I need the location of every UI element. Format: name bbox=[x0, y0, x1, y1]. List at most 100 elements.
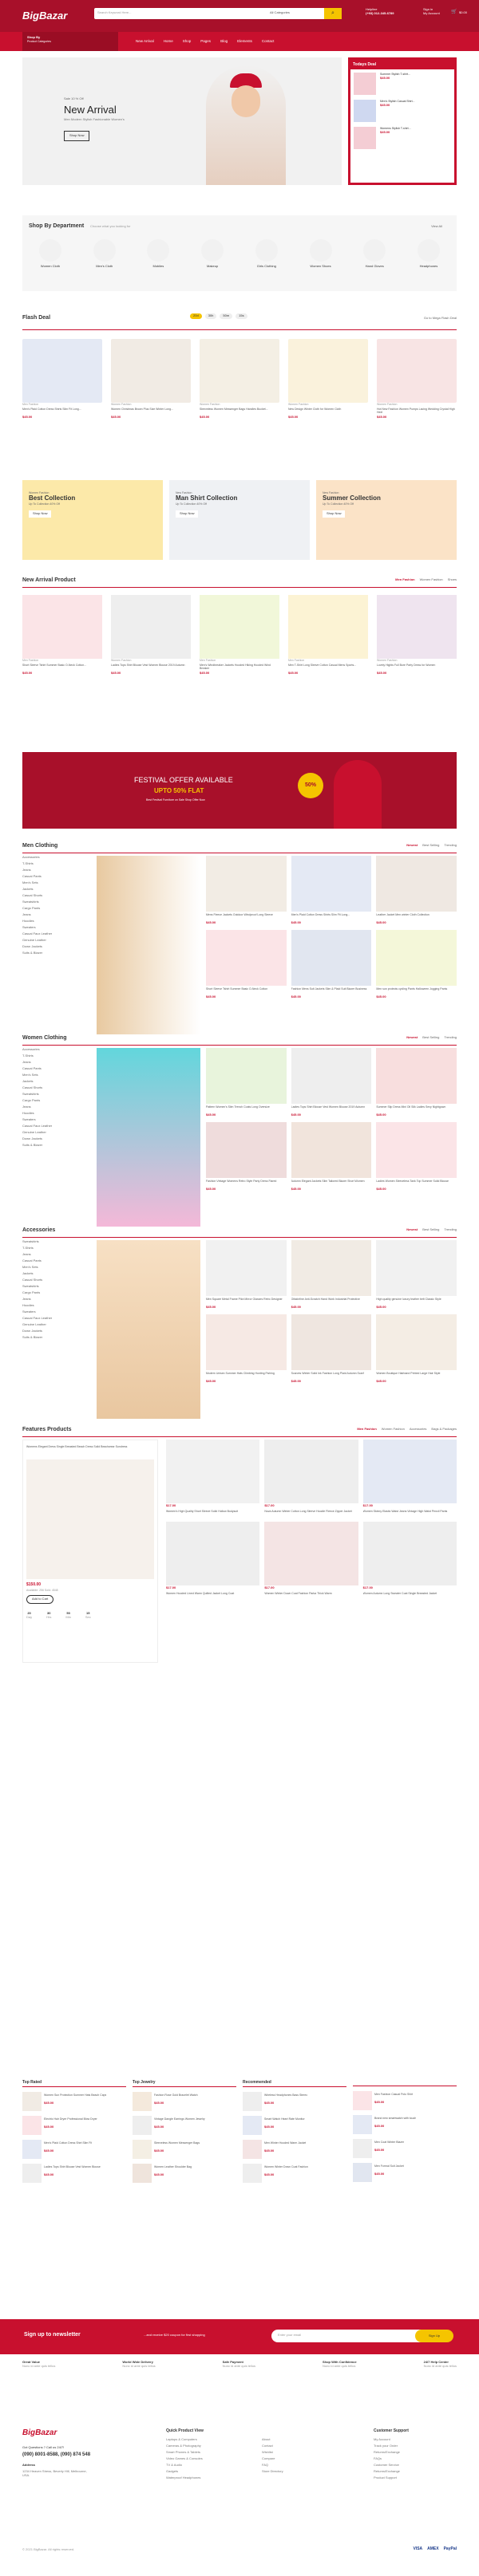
list-item[interactable]: Fashion Rose Gold Bracelet Watch $45.00 bbox=[133, 2092, 236, 2111]
flash-deal-section: Flash Deal 20d 30h 50m 15s Go to Mega Fl… bbox=[22, 313, 457, 453]
list-item[interactable]: Vintage Dangle Earrings Women Jewelry $45… bbox=[133, 2116, 236, 2135]
footer-col2: Laptops & Computers Cameras & Photography… bbox=[166, 2437, 203, 2479]
search-input[interactable]: Search Keyword Here... bbox=[97, 10, 131, 15]
list-item[interactable]: Smart Watch Heart Rate Monitor $45.00 bbox=[243, 2116, 346, 2135]
product-card[interactable]: $17.00 Women's High Quality Short Sleeve … bbox=[166, 1440, 260, 1517]
product-card[interactable]: Men Fashion Men's Windbreaker Jackets Hoo… bbox=[200, 595, 279, 676]
visa-icon: VISA bbox=[413, 2546, 423, 2551]
list-item[interactable]: Women Sun Protection Summer Hats Beach C… bbox=[22, 2092, 126, 2111]
flash-view-all[interactable]: Go to Mega Flash Deal bbox=[424, 316, 457, 321]
product-card[interactable]: Women Fashion Lovely Hights Full Bore Par… bbox=[377, 595, 457, 676]
list-item[interactable]: Brand new smartwatch with touch $45.00 bbox=[353, 2115, 457, 2134]
promo-banner[interactable]: New Fashion Man Shirt Collection Up To Col… bbox=[169, 480, 310, 560]
newsletter-input[interactable]: Enter your email bbox=[271, 2330, 431, 2342]
product-card[interactable]: $17.00 Women Skinny Elastic Waist Jeans V… bbox=[362, 1440, 457, 1517]
nav-item-new-arrival[interactable]: New Arrival bbox=[136, 39, 154, 43]
product-card[interactable]: Summer Slip Dress Mini Oil Silk Ladies S… bbox=[376, 1048, 457, 1117]
product-card[interactable]: $17.00 Nova Autumn Winter Cotton Long Sle… bbox=[264, 1440, 358, 1517]
product-card[interactable]: Women Fashion Ladies Tops Shirt Blouse Ve… bbox=[111, 595, 191, 676]
search-icon[interactable]: ⌕ bbox=[324, 8, 342, 19]
list-item[interactable]: Men Winter Hooded Warm Jacket $45.00 bbox=[243, 2140, 346, 2159]
product-card[interactable]: Modern Unisex Summer Hats Climbing Hunti… bbox=[206, 1314, 287, 1384]
flash-products: Men Fashion Men's Plaid Cotton Dress Shir… bbox=[22, 339, 457, 419]
list-item[interactable]: Men Fashion Casual Polo Shirt $45.00 bbox=[353, 2091, 457, 2110]
festival-offer-banner[interactable]: FESTIVAL OFFER AVAILABLE UPTO 50% FLAT B… bbox=[22, 752, 457, 829]
site-logo[interactable]: BigBazar bbox=[22, 10, 67, 22]
product-card[interactable]: Men Fashion Men T-Shirt Long Sleeve Cotto… bbox=[288, 595, 368, 676]
product-card[interactable]: Men Square Metal Frame Pilot Mirror Glas… bbox=[206, 1240, 287, 1310]
list-item[interactable]: Ladies Tops Shirt Blouse Vest Women Blou… bbox=[22, 2164, 126, 2183]
product-card[interactable]: Fashion Vintage Womens Retro Style Party… bbox=[206, 1121, 287, 1191]
nav-item-pages[interactable]: Pages bbox=[200, 39, 211, 43]
department-item[interactable]: Headphones bbox=[409, 239, 449, 269]
category-select[interactable]: All Categories bbox=[270, 10, 290, 15]
list-item[interactable]: Women Leather Shoulder Bag $45.00 bbox=[133, 2164, 236, 2183]
list-item[interactable]: Sleeveless Women Messenger Bags $45.00 bbox=[133, 2140, 236, 2159]
featured-main-product[interactable]: Womens Elegant Dress Single Breasted Bea… bbox=[22, 1440, 158, 1663]
product-card[interactable]: $17.00 Women Winter Down Coat Fashion Par… bbox=[264, 1521, 358, 1599]
promo-banner[interactable]: New Fashion Summer Collection Up To Collec… bbox=[316, 480, 457, 560]
deal-item[interactable]: Men's Stylish Casual Shirt... $45.00 bbox=[354, 100, 451, 122]
list-item[interactable]: Men Coat Winter Blazer $45.00 bbox=[353, 2139, 457, 2158]
nav-item-contact[interactable]: Contact bbox=[262, 39, 275, 43]
cart-icon[interactable]: 🛒 bbox=[451, 10, 457, 15]
list-item[interactable]: Electric Hair Dryer Professional Blow Dr… bbox=[22, 2116, 126, 2135]
department-item[interactable]: Mobiles bbox=[138, 239, 178, 269]
product-card[interactable]: $17.00 Women Autumn Long Sweater Coat Sin… bbox=[362, 1521, 457, 1599]
product-card[interactable]: Men sun protects cycling Pants Halloween… bbox=[376, 929, 457, 999]
add-to-cart-button[interactable]: Add to Cart bbox=[26, 1595, 54, 1604]
department-item[interactable]: Hand Gloves bbox=[354, 239, 394, 269]
men-feature-image bbox=[97, 856, 200, 1034]
deal-item[interactable]: Summer Stylish T-shirt... $45.00 bbox=[354, 73, 451, 95]
department-item[interactable]: Girls Clothing bbox=[247, 239, 287, 269]
deal-item[interactable]: Womens Stylish T-shirt... $45.00 bbox=[354, 127, 451, 149]
product-card[interactable]: Autumn Elegant Jackets Slim Tailored Bla… bbox=[291, 1121, 372, 1191]
list-item[interactable]: Women Winter Down Coat Fashion $45.00 bbox=[243, 2164, 346, 2183]
department-item[interactable]: Women Shoes bbox=[301, 239, 341, 269]
shop-by-menu[interactable]: Shop By Product Categories bbox=[22, 32, 118, 51]
nav-item-shop[interactable]: Shop bbox=[183, 39, 192, 43]
product-card[interactable]: Men Fashion Men's Plaid Cotton Dress Shir… bbox=[22, 339, 102, 419]
product-card[interactable]: Oilskinfine Anti-Scratch Hand Work Indus… bbox=[291, 1240, 372, 1310]
account-link[interactable]: Sign in My Account bbox=[423, 7, 440, 16]
product-card[interactable]: Ladies Women Sleeveless Tank Top Summer … bbox=[376, 1121, 457, 1191]
top-header: BigBazar Search Keyword Here... All Cate… bbox=[0, 0, 479, 32]
featured-products: $17.00 Women's High Quality Short Sleeve … bbox=[166, 1440, 457, 1599]
footer-col3: About Contact Wishlist Compare FAQ Store Dire… bbox=[262, 2437, 283, 2473]
footer-question: Got Questions ? Call us 24/7! bbox=[22, 2445, 65, 2449]
department-view-all[interactable]: View All bbox=[431, 224, 442, 229]
product-card[interactable]: Men Fashion Short Sleeve Tshirt Summer Ba… bbox=[22, 595, 102, 676]
product-card[interactable]: Women Fashion Women Christmas Brown Plus … bbox=[111, 339, 191, 419]
list-item[interactable]: Men's Plaid Cotton Dress Shirt Slim Fit $… bbox=[22, 2140, 126, 2159]
nav-item-home[interactable]: Home bbox=[164, 39, 173, 43]
footer-phone[interactable]: (090) 8001-8588, (090) 874 548 bbox=[22, 2452, 90, 2458]
product-card[interactable]: Ladies Tops Shirt Blouse Vest Women Blou… bbox=[291, 1048, 372, 1117]
list-item[interactable]: Wireless Headphones Bass Stereo $45.00 bbox=[243, 2092, 346, 2111]
promo-banner[interactable]: Women Fashion Best Collection Up To Collec… bbox=[22, 480, 163, 560]
product-card[interactable]: Men's Plaid Cotton Dress Shirts Slim Fit… bbox=[291, 856, 372, 925]
department-item[interactable]: Makeup bbox=[192, 239, 232, 269]
department-item[interactable]: Men's Cloth bbox=[85, 239, 125, 269]
nav-item-elements[interactable]: Elements bbox=[237, 39, 252, 43]
product-card[interactable]: Women Fashion Sleeveless Women Messenger … bbox=[200, 339, 279, 419]
product-card[interactable]: $17.00 Women Hooded Lined Warm Quilted Ja… bbox=[166, 1521, 260, 1599]
product-card[interactable]: Scarves Winter Solid Ink Fashion Long Pl… bbox=[291, 1314, 372, 1384]
product-card[interactable]: Mens Fleece Jackets Outdoor Windproof Lo… bbox=[206, 856, 287, 925]
product-card[interactable]: High quality genuine luxury leather belt… bbox=[376, 1240, 457, 1310]
product-card[interactable]: Women Fashion New Design Winter Cloth for… bbox=[288, 339, 368, 419]
list-item[interactable]: Men Formal Suit Jacket $45.00 bbox=[353, 2163, 457, 2182]
deal-price: $45.00 bbox=[380, 130, 390, 135]
offer-note: Best Festival Furniture on Sale Shop Off… bbox=[146, 798, 205, 802]
nav-item-blog[interactable]: Blog bbox=[220, 39, 228, 43]
product-card[interactable]: Short Sleeve Tshirt Summer Basic O-Neck … bbox=[206, 929, 287, 999]
product-card[interactable]: Pattern Women's Slim Trench Coats Long O… bbox=[206, 1048, 287, 1117]
helpline-number[interactable]: (+93) 012-345-6789 bbox=[366, 11, 394, 16]
product-card[interactable]: Women Boutique Hairband Printed Large Ha… bbox=[376, 1314, 457, 1384]
department-item[interactable]: Women Cloth bbox=[30, 239, 70, 269]
product-card[interactable]: Fashion Mens Suit Jackets Slim & Plaid S… bbox=[291, 929, 372, 999]
newsletter-signup-button[interactable]: Sign Up bbox=[415, 2330, 453, 2342]
product-card[interactable]: Leather Jacket Men winter Cloth Collecti… bbox=[376, 856, 457, 925]
hero-button[interactable]: Shop Now bbox=[64, 131, 90, 141]
footer-logo[interactable]: BigBazar bbox=[22, 2428, 57, 2438]
product-card[interactable]: Women Fashion Hot New Fashion Women Pumps… bbox=[377, 339, 457, 419]
